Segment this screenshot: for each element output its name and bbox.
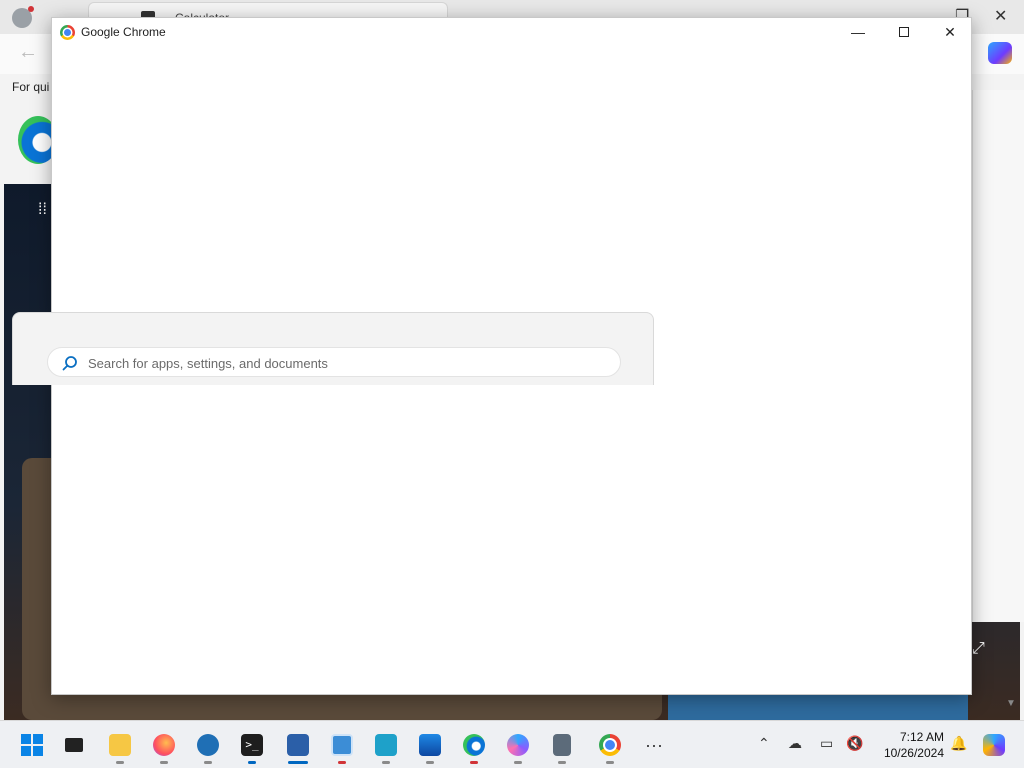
- taskbar-powershell[interactable]: [282, 729, 314, 764]
- store-icon: [419, 734, 441, 756]
- folder-icon: [109, 734, 131, 756]
- taskbar-file-explorer[interactable]: [104, 729, 136, 764]
- chrome-title-bar[interactable]: Google Chrome — ✕: [52, 18, 971, 46]
- maximize-button[interactable]: [881, 18, 927, 46]
- search-box[interactable]: [47, 347, 621, 377]
- chrome-logo-icon: [60, 25, 75, 40]
- taskbar-microsoft-store[interactable]: [414, 729, 446, 764]
- notification-dot: [28, 6, 34, 12]
- back-arrow-icon[interactable]: ←: [18, 41, 38, 64]
- more-icon: ···: [645, 734, 663, 755]
- clock-date: 10/26/2024: [883, 746, 944, 760]
- taskbar-notepad[interactable]: [326, 729, 358, 764]
- quick-links-label: For qui: [12, 80, 50, 94]
- notepad-icon: [331, 734, 353, 756]
- start-button[interactable]: [16, 729, 48, 761]
- gear-icon: [197, 734, 219, 756]
- taskbar-settings[interactable]: [192, 729, 224, 764]
- powershell-ise-icon: [375, 734, 397, 756]
- taskbar-powershell-ise[interactable]: [370, 729, 402, 764]
- taskbar: >_ ··· ⌃ ☁ ▭ 🔇 7:12 AM 10/26/2024 🔔: [0, 720, 1024, 768]
- windows-logo-icon: [21, 734, 43, 756]
- edge-icon: [463, 734, 485, 756]
- windows-search-panel: [12, 312, 654, 385]
- window-title: Google Chrome: [81, 25, 166, 39]
- taskbar-chrome[interactable]: [594, 729, 626, 764]
- notification-bell-icon[interactable]: 🔔: [950, 735, 967, 752]
- close-icon: ✕: [944, 23, 956, 40]
- powershell-icon: [287, 734, 309, 756]
- firefox-icon: [153, 734, 175, 756]
- volume-muted-icon[interactable]: 🔇: [846, 735, 863, 752]
- search-icon: [62, 356, 77, 371]
- close-button[interactable]: ✕: [927, 18, 973, 46]
- copilot-icon[interactable]: [988, 42, 1012, 64]
- background-side-pane: [972, 90, 1024, 622]
- taskbar-firefox[interactable]: [148, 729, 180, 764]
- taskbar-calculator[interactable]: [546, 729, 578, 764]
- minimize-button[interactable]: —: [835, 18, 881, 46]
- onedrive-offline-icon[interactable]: ☁: [788, 735, 802, 752]
- taskbar-terminal[interactable]: >_: [236, 729, 268, 764]
- background-close-icon[interactable]: ✕: [994, 6, 1007, 26]
- copilot-preview-button[interactable]: [978, 729, 1010, 761]
- task-view-button[interactable]: [58, 729, 90, 761]
- scroll-down-icon[interactable]: ▼: [1006, 698, 1016, 709]
- display-icon[interactable]: ▭: [820, 735, 833, 752]
- apps-grid-icon[interactable]: ⁞⁞: [38, 202, 47, 218]
- terminal-icon: >_: [241, 734, 263, 756]
- chrome-icon: [599, 734, 621, 756]
- copilot-pre-icon: [983, 734, 1005, 756]
- task-view-icon: [65, 738, 83, 752]
- search-input[interactable]: [88, 352, 608, 374]
- taskbar-edge[interactable]: [458, 729, 490, 764]
- copilot-app-icon: [507, 734, 529, 756]
- expand-icon[interactable]: ⤢: [972, 640, 985, 658]
- clock-time: 7:12 AM: [899, 730, 944, 744]
- taskbar-copilot-app[interactable]: [502, 729, 534, 764]
- show-hidden-icons-chevron-up-icon[interactable]: ⌃: [758, 735, 770, 752]
- maximize-icon: [899, 27, 909, 37]
- taskbar-overflow-button[interactable]: ···: [638, 729, 670, 761]
- clock[interactable]: 7:12 AM 10/26/2024: [872, 729, 944, 761]
- minimize-icon: —: [851, 24, 865, 40]
- calculator-icon: [553, 734, 571, 756]
